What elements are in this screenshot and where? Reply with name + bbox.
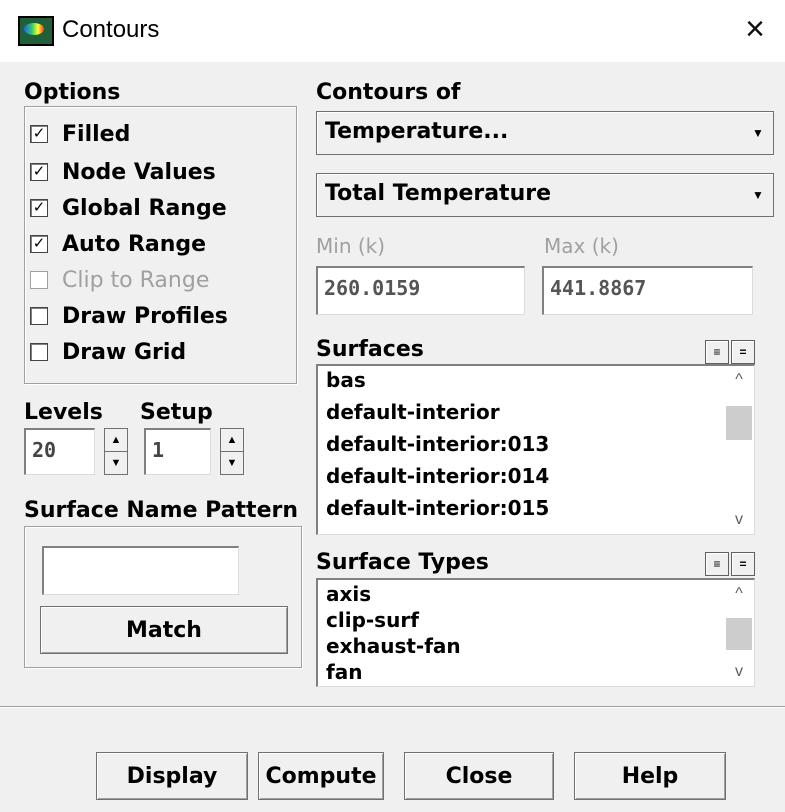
surface-name-pattern-label: Surface Name Pattern xyxy=(24,498,299,523)
max-value: 441.8867 xyxy=(550,276,647,300)
contours-variable-dropdown[interactable]: Total Temperature ▼ xyxy=(316,173,774,217)
checkbox-row[interactable]: ✓ Global Range xyxy=(30,194,227,222)
scroll-down-icon[interactable]: v xyxy=(724,658,754,686)
list-item[interactable]: default-interior xyxy=(326,400,500,424)
levels-spinner[interactable]: ▲ ▼ xyxy=(104,428,128,475)
checkbox-label: Global Range xyxy=(62,195,227,221)
checkbox-label: Node Values xyxy=(62,159,216,185)
surfaces-scrollbar[interactable]: ^ v xyxy=(724,366,754,534)
checkbox-label: Draw Grid xyxy=(62,339,187,365)
setup-spinner[interactable]: ▲ ▼ xyxy=(220,428,244,475)
checkbox-label: Auto Range xyxy=(62,231,207,257)
footer-separator xyxy=(0,706,785,708)
min-label: Min (k) xyxy=(316,234,386,258)
checkbox[interactable]: ✓ xyxy=(30,163,48,181)
dropdown-arrow-icon: ▼ xyxy=(752,188,764,202)
max-value-field: 441.8867 xyxy=(542,266,753,315)
levels-value: 20 xyxy=(32,438,57,462)
contours-category-value: Temperature... xyxy=(325,119,509,144)
checkbox-row[interactable]: ✓ Node Values xyxy=(30,158,216,186)
display-button[interactable]: Display xyxy=(96,752,248,800)
contours-of-label: Contours of xyxy=(316,80,461,105)
match-button[interactable]: Match xyxy=(40,606,288,654)
levels-input[interactable]: 20 xyxy=(24,428,95,475)
setup-value: 1 xyxy=(152,438,165,462)
spin-down-icon[interactable]: ▼ xyxy=(104,451,128,475)
surfaces-list[interactable]: bas default-interior default-interior:013 d… xyxy=(316,364,755,535)
spin-up-icon[interactable]: ▲ xyxy=(220,428,244,452)
list-item[interactable]: default-interior:015 xyxy=(326,496,549,520)
min-value: 260.0159 xyxy=(324,276,421,300)
list-item[interactable]: axis xyxy=(326,582,371,606)
checkmark-icon: ✓ xyxy=(32,199,46,216)
contours-category-dropdown[interactable]: Temperature... ▼ xyxy=(316,111,774,155)
title-bar: Contours × xyxy=(0,0,785,62)
contours-variable-value: Total Temperature xyxy=(325,181,552,206)
contours-dialog: Contours × Options ✓ Filled ✓ Node Values ✓ G… xyxy=(0,0,785,812)
list-item[interactable]: fan xyxy=(326,660,362,684)
list-item[interactable]: bas xyxy=(326,368,366,392)
window-title: Contours xyxy=(62,16,160,43)
checkmark-icon: ✓ xyxy=(32,125,46,142)
list-item[interactable]: default-interior:014 xyxy=(326,464,549,488)
deselect-all-surfaces-icon[interactable]: = xyxy=(731,340,755,364)
surface-types-scrollbar[interactable]: ^ v xyxy=(724,580,754,686)
scroll-up-icon[interactable]: ^ xyxy=(724,580,754,608)
help-button[interactable]: Help xyxy=(574,752,726,800)
checkbox[interactable]: ✓ xyxy=(30,125,48,143)
spin-up-icon[interactable]: ▲ xyxy=(104,428,128,452)
checkbox[interactable]: ✓ xyxy=(30,199,48,217)
dropdown-arrow-icon: ▼ xyxy=(752,126,764,140)
checkbox-label: Clip to Range xyxy=(62,267,210,293)
scroll-up-icon[interactable]: ^ xyxy=(724,366,754,394)
checkbox[interactable] xyxy=(30,307,48,325)
checkbox[interactable]: ✓ xyxy=(30,235,48,253)
max-label: Max (k) xyxy=(544,234,619,258)
surface-name-pattern-input[interactable] xyxy=(42,546,239,595)
checkbox xyxy=(30,271,48,289)
checkbox-row[interactable]: Draw Grid xyxy=(30,338,186,366)
checkbox[interactable] xyxy=(30,343,48,361)
close-window-button[interactable]: × xyxy=(735,9,775,49)
close-button[interactable]: Close xyxy=(404,752,554,800)
checkbox-row[interactable]: ✓ Filled xyxy=(30,120,130,148)
options-label: Options xyxy=(24,80,121,105)
fluent-app-icon xyxy=(18,16,54,46)
checkmark-icon: ✓ xyxy=(32,163,46,180)
list-item[interactable]: default-interior:013 xyxy=(326,432,549,456)
setup-input[interactable]: 1 xyxy=(144,428,211,475)
deselect-all-surface-types-icon[interactable]: = xyxy=(731,552,755,576)
surface-types-list[interactable]: axis clip-surf exhaust-fan fan ^ v xyxy=(316,578,755,687)
checkbox-row[interactable]: ✓ Auto Range xyxy=(30,230,206,258)
spin-down-icon[interactable]: ▼ xyxy=(220,451,244,475)
checkbox-row[interactable]: Draw Profiles xyxy=(30,302,228,330)
select-all-surfaces-icon[interactable]: ≡ xyxy=(705,340,729,364)
list-item[interactable]: clip-surf xyxy=(326,608,419,632)
surface-types-label: Surface Types xyxy=(316,550,489,575)
setup-label: Setup xyxy=(140,400,213,425)
min-value-field: 260.0159 xyxy=(316,266,525,315)
select-all-surface-types-icon[interactable]: ≡ xyxy=(705,552,729,576)
levels-label: Levels xyxy=(24,400,103,425)
scroll-down-icon[interactable]: v xyxy=(724,506,754,534)
scroll-thumb[interactable] xyxy=(726,406,752,440)
compute-button[interactable]: Compute xyxy=(258,752,384,800)
checkbox-label: Filled xyxy=(62,121,131,147)
checkbox-label: Draw Profiles xyxy=(62,303,228,329)
checkmark-icon: ✓ xyxy=(32,235,46,252)
list-item[interactable]: exhaust-fan xyxy=(326,634,461,658)
scroll-thumb[interactable] xyxy=(726,618,752,650)
surfaces-label: Surfaces xyxy=(316,337,424,362)
checkbox-row: Clip to Range xyxy=(30,266,209,294)
